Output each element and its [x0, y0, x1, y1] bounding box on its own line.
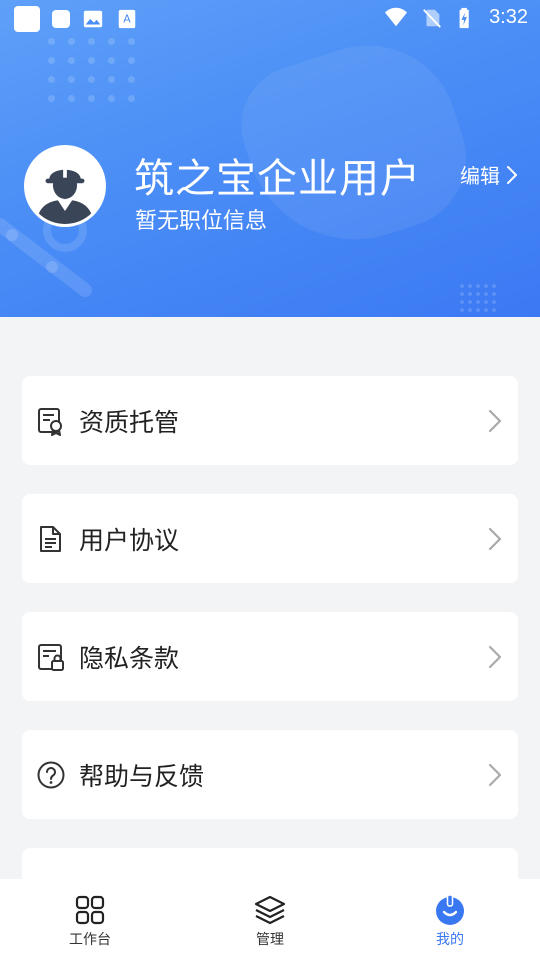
chevron-right-icon: [488, 763, 502, 787]
tab-label: 管理: [256, 932, 284, 948]
profile-header: A 3:32 筑之宝企业用户 暂无职位信息 编辑: [0, 0, 540, 317]
no-sim-icon: [423, 8, 441, 28]
tab-manage[interactable]: 管理: [180, 879, 360, 960]
menu-item-help-feedback[interactable]: 帮助与反馈: [22, 730, 518, 819]
layers-icon: [254, 895, 286, 925]
profile-position: 暂无职位信息: [135, 209, 268, 234]
app-square-icon: [14, 6, 40, 32]
notification-square-icon: [52, 10, 70, 28]
chevron-right-icon: [507, 165, 517, 184]
image-icon: [83, 10, 103, 28]
menu-item-label: 隐私条款: [79, 643, 180, 673]
font-download-icon: A: [118, 9, 136, 29]
grid-icon: [75, 895, 105, 925]
battery-charging-icon: [459, 7, 469, 28]
profile-name: 筑之宝企业用户: [134, 156, 421, 202]
menu-item-label: 用户协议: [79, 525, 180, 555]
document-icon: [35, 523, 67, 555]
tab-workbench[interactable]: 工作台: [0, 879, 180, 960]
status-bar: A 3:32: [0, 0, 540, 36]
bottom-tab-bar: 工作台 管理 我的: [0, 879, 540, 960]
tab-label: 我的: [436, 932, 464, 948]
tab-label: 工作台: [69, 932, 111, 948]
settings-menu: 资质托管 用户协议 隐私条款 帮助与反馈: [22, 376, 518, 917]
wifi-icon: [385, 7, 408, 26]
edit-label: 编辑: [460, 164, 500, 188]
chevron-right-icon: [488, 409, 502, 433]
worker-helmet-avatar-icon: [27, 148, 103, 224]
help-question-icon: [35, 759, 67, 791]
helmet-icon: [436, 894, 464, 925]
menu-item-privacy-terms[interactable]: 隐私条款: [22, 612, 518, 701]
chevron-right-icon: [488, 645, 502, 669]
avatar[interactable]: [24, 145, 106, 227]
privacy-lock-icon: [35, 641, 67, 673]
menu-item-qualification-hosting[interactable]: 资质托管: [22, 376, 518, 465]
svg-text:A: A: [123, 13, 131, 26]
status-time: 3:32: [489, 6, 528, 28]
tab-mine[interactable]: 我的: [360, 879, 540, 960]
menu-item-label: 帮助与反馈: [79, 761, 205, 791]
certificate-icon: [35, 405, 67, 437]
menu-item-label: 资质托管: [79, 407, 180, 437]
menu-item-user-agreement[interactable]: 用户协议: [22, 494, 518, 583]
edit-profile-link[interactable]: 编辑: [460, 160, 518, 189]
chevron-right-icon: [488, 527, 502, 551]
